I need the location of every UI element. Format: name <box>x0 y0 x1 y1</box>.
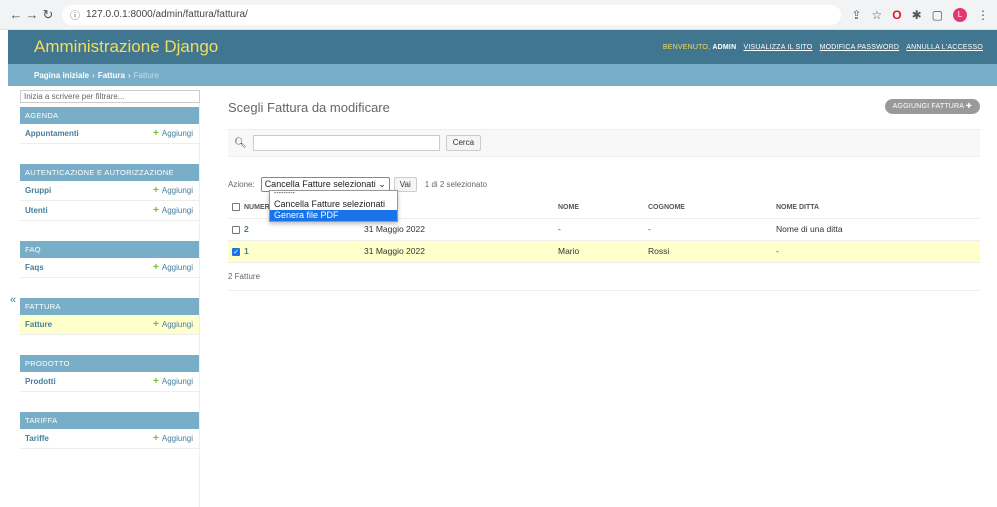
add-link[interactable]: Aggiungi <box>153 433 193 444</box>
breadcrumb-separator: › <box>127 70 131 80</box>
extensions-puzzle-icon[interactable]: ✱ <box>912 8 922 22</box>
browser-toolbar: ← → ↻ ⓘ 127.0.0.1:8000/admin/fattura/fat… <box>0 0 997 30</box>
change-password-link[interactable]: MODIFICA PASSWORD <box>820 44 900 51</box>
row-link[interactable]: 2 <box>244 224 249 234</box>
model-link[interactable]: Utenti <box>25 206 48 215</box>
module-tariffa: TARIFFA Tariffe Aggiungi <box>20 412 199 449</box>
nav-sidebar: Inizia a scrivere per filtrare... AGENDA… <box>20 90 200 507</box>
module-agenda: AGENDA Appuntamenti Aggiungi <box>20 107 199 144</box>
ditta-cell: Nome di una ditta <box>776 218 980 241</box>
sidepanel-icon[interactable]: ▢ <box>932 8 943 22</box>
bookmark-star-icon[interactable]: ☆ <box>871 8 882 22</box>
module-caption[interactable]: AUTENTICAZIONE E AUTORIZZAZIONE <box>20 164 199 181</box>
module-caption[interactable]: FATTURA <box>20 298 199 315</box>
select-all-cell <box>228 197 244 219</box>
cognome-cell: - <box>648 218 776 241</box>
add-link[interactable]: Aggiungi <box>153 185 193 196</box>
nome-cell: - <box>558 218 648 241</box>
action-dropdown-menu: --------- Cancella Fatture selezionati G… <box>269 190 398 222</box>
row-checkbox[interactable]: ✓ <box>232 247 240 256</box>
search-icon: 🔍︎ <box>234 137 247 149</box>
ditta-cell: - <box>776 240 980 263</box>
column-nome-ditta[interactable]: NOME DITTA <box>776 197 980 219</box>
action-option-delete[interactable]: Cancella Fatture selezionati <box>270 199 397 210</box>
search-input[interactable] <box>252 135 440 151</box>
sidebar-filter-input[interactable]: Inizia a scrivere per filtrare... <box>20 90 200 103</box>
add-link[interactable]: Aggiungi <box>153 128 193 139</box>
module-prodotto: PRODOTTO Prodotti Aggiungi <box>20 355 199 392</box>
breadcrumb: Pagina iniziale › Fattura › Fatture <box>8 64 997 86</box>
url-text: 127.0.0.1:8000/admin/fattura/fattura/ <box>86 9 248 20</box>
browser-menu-icon[interactable]: ⋮ <box>977 8 989 22</box>
sidebar-toggle-button[interactable]: « <box>10 294 16 306</box>
action-option-generate-pdf[interactable]: Genera file PDF <box>270 210 397 221</box>
opera-extension-icon[interactable]: O <box>892 8 901 22</box>
view-site-link[interactable]: VISUALIZZA IL SITO <box>744 44 813 51</box>
breadcrumb-separator: › <box>92 70 95 80</box>
breadcrumb-app[interactable]: Fattura <box>98 71 125 80</box>
logout-link[interactable]: ANNULLA L'ACCESSO <box>906 44 983 51</box>
welcome-text: BENVENUTO, <box>662 43 711 51</box>
search-bar: 🔍︎ Cerca <box>228 129 980 157</box>
add-link[interactable]: Aggiungi <box>153 376 193 387</box>
module-caption[interactable]: TARIFFA <box>20 412 199 429</box>
breadcrumb-current: Fatture <box>133 70 159 80</box>
row-select-cell <box>228 218 244 241</box>
back-icon[interactable]: ← <box>8 7 24 22</box>
sidebar-item-gruppi: Gruppi Aggiungi <box>20 181 199 201</box>
user-tools: BENVENUTO, ADMIN VISUALIZZA IL SITO MODI… <box>663 44 997 51</box>
model-link[interactable]: Tariffe <box>25 434 49 443</box>
select-all-checkbox[interactable] <box>232 203 240 212</box>
paginator: 2 Fatture <box>228 263 980 291</box>
selection-counter: 1 di 2 selezionato <box>424 179 488 189</box>
forward-icon[interactable]: → <box>24 7 40 22</box>
sidebar-item-fatture: Fatture Aggiungi <box>20 315 199 335</box>
admin-header: Amministrazione Django BENVENUTO, ADMIN … <box>8 30 997 64</box>
model-link[interactable]: Appuntamenti <box>25 129 79 138</box>
breadcrumb-home[interactable]: Pagina iniziale <box>34 71 89 80</box>
sidebar-item-appuntamenti: Appuntamenti Aggiungi <box>20 124 199 144</box>
model-link[interactable]: Gruppi <box>25 186 51 195</box>
add-link[interactable]: Aggiungi <box>153 262 193 273</box>
action-label: Azione: <box>228 179 255 189</box>
table-row: ✓ 1 31 Maggio 2022 Mario Rossi - <box>228 240 980 263</box>
model-link[interactable]: Fatture <box>25 320 52 329</box>
address-bar[interactable]: ⓘ 127.0.0.1:8000/admin/fattura/fattura/ <box>62 4 842 25</box>
module-fattura: FATTURA Fatture Aggiungi <box>20 298 199 335</box>
row-checkbox[interactable] <box>232 225 240 234</box>
module-caption[interactable]: AGENDA <box>20 107 199 124</box>
model-link[interactable]: Prodotti <box>25 377 56 386</box>
username: ADMIN <box>712 43 737 51</box>
reload-icon[interactable]: ↻ <box>40 7 56 23</box>
share-icon[interactable]: ⇪ <box>851 8 861 22</box>
sidebar-item-prodotti: Prodotti Aggiungi <box>20 372 199 392</box>
page-title: Scegli Fattura da modificare <box>228 100 390 115</box>
sidebar-item-faqs: Faqs Aggiungi <box>20 258 199 278</box>
action-option-blank[interactable]: --------- <box>270 190 397 199</box>
sidebar-item-tariffe: Tariffe Aggiungi <box>20 429 199 449</box>
module-faq: FAQ Faqs Aggiungi <box>20 241 199 278</box>
column-nome[interactable]: NOME <box>558 197 648 219</box>
nome-cell: Mario <box>558 240 648 263</box>
module-caption[interactable]: PRODOTTO <box>20 355 199 372</box>
module-auth: AUTENTICAZIONE E AUTORIZZAZIONE Gruppi A… <box>20 164 199 221</box>
row-link[interactable]: 1 <box>244 246 249 256</box>
search-button[interactable]: Cerca <box>445 135 482 151</box>
sidebar-item-utenti: Utenti Aggiungi <box>20 201 199 221</box>
add-fattura-button[interactable]: AGGIUNGI FATTURA ✚ <box>884 99 980 114</box>
add-link[interactable]: Aggiungi <box>153 319 193 330</box>
add-link[interactable]: Aggiungi <box>153 205 193 216</box>
info-icon[interactable]: ⓘ <box>70 7 80 22</box>
data-cell: 31 Maggio 2022 <box>364 240 558 263</box>
numero-cell: 1 <box>244 240 364 263</box>
site-brand[interactable]: Amministrazione Django <box>34 37 218 57</box>
row-select-cell: ✓ <box>228 240 244 263</box>
model-link[interactable]: Faqs <box>25 263 44 272</box>
cognome-cell: Rossi <box>648 240 776 263</box>
column-cognome[interactable]: COGNOME <box>648 197 776 219</box>
module-caption[interactable]: FAQ <box>20 241 199 258</box>
profile-avatar[interactable]: L <box>953 7 967 22</box>
